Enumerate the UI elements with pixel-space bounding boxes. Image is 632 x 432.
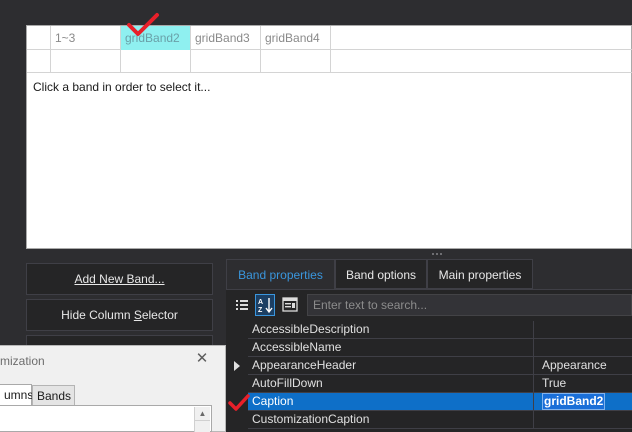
property-name: AppearanceHeader (252, 358, 357, 372)
customization-scrollbar[interactable]: ▲ (194, 407, 210, 432)
check-mark-icon (228, 394, 250, 411)
property-search-input[interactable] (307, 294, 632, 316)
expand-arrow-icon[interactable] (233, 361, 241, 371)
band-gridband4[interactable]: gridBand4 (261, 26, 331, 50)
left-button-partial[interactable] (26, 335, 213, 345)
property-name: Caption (252, 394, 294, 408)
property-value[interactable]: Appearance (538, 357, 607, 374)
property-divider (533, 357, 534, 375)
band-hint-text: Click a band in order to select it... (33, 80, 211, 94)
property-name: AutoFillDown (252, 376, 323, 390)
tab-main-properties[interactable]: Main properties (427, 259, 533, 289)
band-gridband3[interactable]: gridBand3 (191, 26, 261, 50)
property-value[interactable] (538, 321, 542, 338)
properties-tab-strip: Band properties Band options Main proper… (226, 259, 632, 289)
svg-text:Z: Z (258, 307, 263, 314)
property-value[interactable] (538, 411, 542, 428)
close-icon[interactable]: ✕ (194, 351, 210, 367)
add-new-band-button[interactable]: Add New Band... (26, 263, 213, 295)
categorized-sort-icon[interactable] (232, 294, 252, 316)
caption-value-text[interactable]: gridBand2 (542, 393, 606, 410)
tab-band-options[interactable]: Band options (335, 259, 427, 289)
property-value-editor[interactable]: gridBand2 (538, 393, 606, 410)
property-row[interactable]: AutoFillDown True (248, 375, 632, 393)
column-cell[interactable] (51, 50, 121, 73)
property-name: CustomizationCaption (252, 412, 370, 426)
property-divider (533, 411, 534, 429)
property-divider (533, 393, 534, 411)
column-cell[interactable] (261, 50, 331, 73)
band-header-row: 1~3 gridBand2 gridBand3 gridBand4 (27, 26, 632, 50)
splitter-grip-icon[interactable] (432, 252, 444, 256)
property-grid-gutter (226, 321, 248, 432)
property-value[interactable]: True (538, 375, 566, 392)
alphabetical-sort-icon[interactable]: A Z (255, 294, 275, 316)
column-cell[interactable] (191, 50, 261, 73)
customization-dialog-title: mization (0, 354, 45, 368)
scroll-up-icon[interactable]: ▲ (195, 407, 210, 421)
customization-list[interactable] (0, 405, 212, 432)
column-cell[interactable] (121, 50, 191, 73)
tab-bands[interactable]: Bands (32, 385, 75, 407)
check-mark-icon (127, 13, 159, 36)
column-cell (27, 50, 51, 73)
svg-text:A: A (258, 299, 263, 306)
property-row[interactable]: AccessibleName (248, 339, 632, 357)
band-header-corner (27, 26, 51, 50)
property-row[interactable]: AccessibleDescription (248, 321, 632, 339)
property-name: AccessibleName (252, 340, 342, 354)
band-designer-panel[interactable]: 1~3 gridBand2 gridBand3 gridBand4 Click … (26, 25, 632, 249)
property-pages-icon[interactable] (280, 294, 300, 316)
band-column-row (27, 50, 632, 73)
property-value[interactable] (538, 339, 542, 356)
tab-columns[interactable]: umns (0, 384, 33, 406)
tab-band-properties[interactable]: Band properties (226, 259, 335, 289)
property-row[interactable]: AppearanceHeader Appearance (248, 357, 632, 375)
property-divider (533, 339, 534, 357)
property-divider (533, 375, 534, 393)
band-1-3[interactable]: 1~3 (51, 26, 121, 50)
hide-column-selector-button[interactable]: Hide Column Selector (26, 299, 213, 331)
property-divider (533, 321, 534, 339)
property-row-caption[interactable]: Caption gridBand2 (248, 393, 632, 411)
property-name: AccessibleDescription (252, 322, 370, 336)
property-row[interactable]: CustomizationCaption (248, 411, 632, 429)
